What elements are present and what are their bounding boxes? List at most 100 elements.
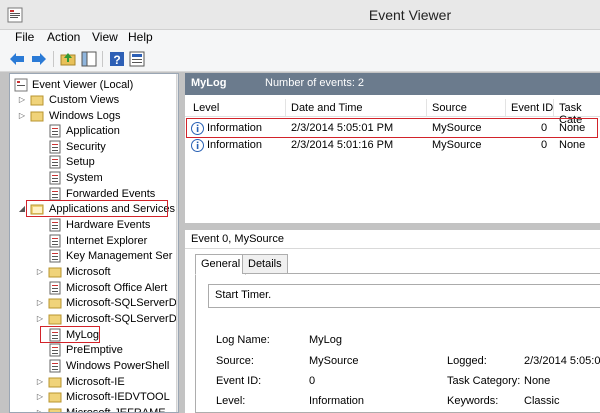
chevron-right-icon[interactable]: ▷ xyxy=(17,108,27,124)
cell-source: MySource xyxy=(432,122,482,134)
tree-item-label: Application xyxy=(66,125,120,137)
menu-bar: File Action View Help xyxy=(0,30,600,46)
up-folder-icon[interactable] xyxy=(59,50,77,68)
tree-item-label: Microsoft-IE xyxy=(66,376,125,388)
folder-icon xyxy=(48,267,62,278)
event-count: Number of events: 2 xyxy=(265,77,365,89)
toolbar: ? xyxy=(0,46,600,72)
tree-item-label: Security xyxy=(66,141,106,153)
tree-item-label: Windows Logs xyxy=(49,110,121,122)
folder-open-icon xyxy=(30,204,44,215)
cell-source: MySource xyxy=(432,139,482,151)
chevron-right-icon[interactable]: ▷ xyxy=(35,295,45,311)
task-category-value: None xyxy=(524,375,551,387)
log-icon xyxy=(49,281,61,295)
logged-value: 2/3/2014 5:05:01 PM xyxy=(524,355,600,367)
window-title: Event Viewer xyxy=(368,7,452,23)
event-id-label: Event ID: xyxy=(216,375,262,387)
title-bar: Event Viewer xyxy=(0,0,600,30)
tree-item-label: Forwarded Events xyxy=(66,188,156,200)
log-icon xyxy=(49,343,61,357)
folder-icon xyxy=(48,408,62,412)
navigation-tree[interactable]: Event Viewer (Local) ▷ Custom Views ▷ Wi… xyxy=(9,73,179,413)
tree-item-label: Setup xyxy=(66,156,95,168)
back-arrow-icon[interactable] xyxy=(8,50,26,68)
keywords-value: Classic xyxy=(524,395,560,407)
column-date-time[interactable]: Date and Time xyxy=(291,102,363,114)
chevron-right-icon[interactable]: ▷ xyxy=(35,389,45,405)
logged-label: Logged: xyxy=(447,355,487,367)
log-icon xyxy=(49,328,61,342)
source-value: MySource xyxy=(309,355,359,367)
event-detail-header: Event 0, MySource xyxy=(185,230,600,249)
tab-general[interactable]: General xyxy=(195,254,247,275)
tree-item-label: PreEmptive xyxy=(66,344,123,356)
event-detail-title: Event 0, MySource xyxy=(191,233,284,245)
chevron-right-icon[interactable]: ▷ xyxy=(35,311,45,327)
folder-icon xyxy=(48,392,62,403)
chevron-down-icon[interactable]: ◢ xyxy=(17,201,27,217)
tree-item-label: Microsoft xyxy=(66,266,111,278)
help-icon[interactable]: ? xyxy=(108,50,126,68)
tree-item-label: Event Viewer (Local) xyxy=(32,79,134,91)
chevron-right-icon[interactable]: ▷ xyxy=(17,92,27,108)
cell-level: Information xyxy=(207,122,263,134)
cell-event-id: 0 xyxy=(541,122,548,134)
tree-item-label: Microsoft-SQLServerD xyxy=(66,313,177,325)
table-row[interactable]: Information 2/3/2014 5:01:16 PM MySource… xyxy=(185,137,600,154)
tree-item-label: Microsoft Office Alert xyxy=(66,282,168,294)
menu-help[interactable]: Help xyxy=(128,30,153,46)
chevron-right-icon[interactable]: ▷ xyxy=(35,264,45,280)
tree-item-label: Custom Views xyxy=(49,94,120,106)
column-source[interactable]: Source xyxy=(432,102,467,114)
column-level[interactable]: Level xyxy=(193,102,219,114)
source-label: Source: xyxy=(216,355,254,367)
tree-scrollbar[interactable] xyxy=(176,74,178,412)
log-icon xyxy=(49,124,61,138)
main-panel: MyLog Number of events: 2 Level Date and… xyxy=(185,73,600,413)
forward-arrow-icon[interactable] xyxy=(30,50,48,68)
log-icon xyxy=(49,234,61,248)
level-label: Level: xyxy=(216,395,246,407)
tree-item-label: MyLog xyxy=(66,329,100,341)
tree-item-label: Internet Explorer xyxy=(66,235,148,247)
table-row[interactable]: Information 2/3/2014 5:05:01 PM MySource… xyxy=(185,120,600,137)
log-icon xyxy=(49,218,61,232)
column-event-id[interactable]: Event ID xyxy=(511,102,553,114)
tree-item-label: Microsoft-IEDVTOOL xyxy=(66,391,170,403)
cell-date-time: 2/3/2014 5:05:01 PM xyxy=(291,122,394,134)
folder-icon xyxy=(48,314,62,325)
information-icon xyxy=(191,139,204,152)
event-message-box[interactable]: Start Timer. xyxy=(208,284,600,308)
menu-view[interactable]: View xyxy=(92,30,118,46)
log-header-bar: MyLog Number of events: 2 xyxy=(185,73,600,95)
tree-item-label: Hardware Events xyxy=(66,219,151,231)
tab-panel-general: Start Timer. Log Name: MyLog Source: MyS… xyxy=(195,273,600,413)
event-id-value: 0 xyxy=(309,375,316,387)
cell-level: Information xyxy=(207,139,263,151)
log-icon xyxy=(49,359,61,373)
properties-icon[interactable] xyxy=(128,50,146,68)
cell-date-time: 2/3/2014 5:01:16 PM xyxy=(291,139,394,151)
tree-item-label: Applications and Services xyxy=(49,203,175,215)
event-message: Start Timer. xyxy=(215,289,272,301)
cell-task-category: None xyxy=(559,139,586,151)
information-icon xyxy=(191,122,204,135)
menu-file[interactable]: File xyxy=(15,30,34,46)
log-icon xyxy=(49,140,61,154)
log-name-label: Log Name: xyxy=(216,334,270,346)
panel-splitter[interactable] xyxy=(185,223,600,230)
tree-item-label: Microsoft-JEFRAME xyxy=(66,407,166,413)
tree-item-label: Microsoft-SQLServerD xyxy=(66,297,177,309)
folder-icon xyxy=(48,298,62,309)
log-icon xyxy=(49,155,61,169)
level-value: Information xyxy=(309,395,365,407)
menu-action[interactable]: Action xyxy=(47,30,80,46)
chevron-right-icon[interactable]: ▷ xyxy=(35,405,45,412)
log-icon xyxy=(49,171,61,185)
log-icon xyxy=(49,249,61,263)
chevron-right-icon[interactable]: ▷ xyxy=(35,374,45,390)
tab-details[interactable]: Details xyxy=(242,254,288,274)
show-hide-tree-icon[interactable] xyxy=(80,50,98,68)
cell-task-category: None xyxy=(559,122,586,134)
